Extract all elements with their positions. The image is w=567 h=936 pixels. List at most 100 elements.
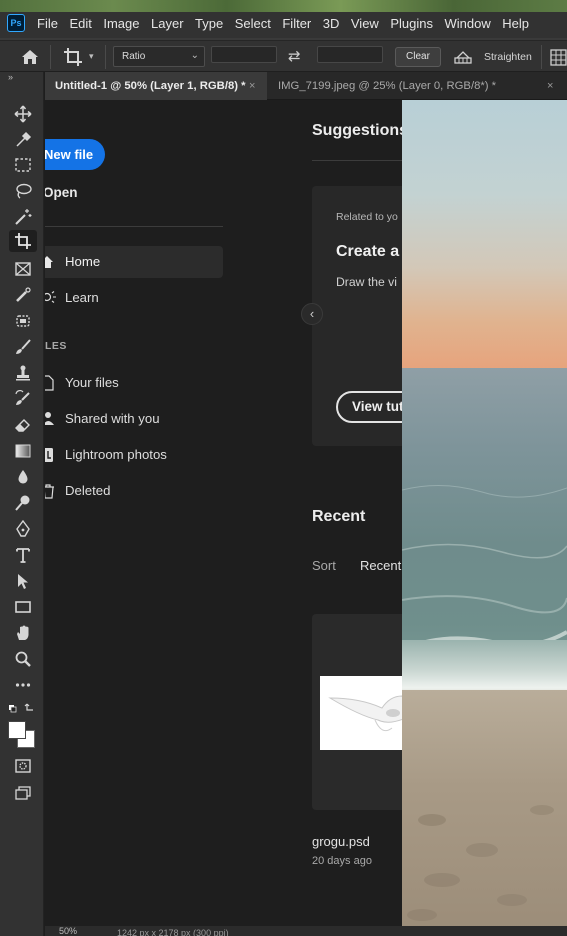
sidebar-item-label: Shared with you — [65, 411, 160, 426]
menu-view[interactable]: View — [351, 16, 379, 31]
trash-icon — [45, 484, 54, 499]
menu-window[interactable]: Window — [444, 16, 490, 31]
pen-tool-icon[interactable] — [12, 518, 34, 540]
file-icon — [45, 375, 54, 391]
divider — [312, 160, 402, 161]
menu-help[interactable]: Help — [502, 16, 529, 31]
sidebar-item-label: Lightroom photos — [65, 447, 167, 462]
chevron-down-icon: ⌄ — [190, 50, 199, 61]
type-tool-icon[interactable] — [12, 544, 34, 566]
options-separator — [541, 45, 542, 69]
document-dimensions[interactable]: 1242 px x 2178 px (300 ppi) — [117, 928, 229, 936]
spot-healing-tool-icon[interactable] — [12, 284, 34, 306]
view-tutorial-button[interactable]: View tut — [336, 391, 402, 423]
sort-label: Sort — [312, 558, 336, 573]
tab-label: IMG_7199.jpeg @ 25% (Layer 0, RGB/8*) * — [278, 80, 497, 92]
close-icon[interactable]: × — [249, 72, 255, 100]
chevron-down-icon[interactable]: ▾ — [89, 51, 94, 62]
swap-icon[interactable]: ⇄ — [288, 47, 301, 65]
grid-overlay-icon[interactable] — [550, 49, 567, 66]
zoom-level[interactable]: 50% — [59, 926, 77, 936]
move-tool-icon[interactable] — [12, 103, 34, 125]
double-chevron-icon[interactable]: » — [8, 72, 13, 82]
more-tools-icon[interactable] — [12, 674, 34, 696]
magic-wand-tool-icon[interactable] — [12, 206, 34, 228]
menu-layer[interactable]: Layer — [151, 16, 184, 31]
lightroom-icon — [45, 448, 53, 462]
sidebar-item-deleted[interactable]: Deleted — [45, 475, 223, 507]
home-sidebar: New file Open Home Learn LES Your files … — [45, 100, 235, 920]
eyedropper-tool-icon[interactable] — [12, 129, 34, 151]
sidebar-item-learn[interactable]: Learn — [45, 282, 223, 314]
ratio-select[interactable]: Ratio ⌄ — [113, 46, 205, 67]
hand-tool-icon[interactable] — [12, 622, 34, 644]
card-related-label: Related to yo — [336, 211, 398, 223]
ratio-height-field[interactable] — [317, 46, 383, 63]
close-icon[interactable]: × — [547, 72, 553, 100]
crop-tool-preset-icon[interactable] — [62, 46, 84, 68]
patch-tool-icon[interactable] — [12, 310, 34, 332]
sidebar-item-label: Your files — [65, 375, 119, 390]
menu-3d[interactable]: 3D — [323, 16, 340, 31]
sort-select[interactable]: Recent — [360, 558, 401, 573]
sidebar-item-your-files[interactable]: Your files — [45, 367, 223, 399]
frame-tool-icon[interactable] — [12, 258, 34, 280]
foreground-color-swatch[interactable] — [8, 721, 26, 739]
dodge-tool-icon[interactable] — [12, 492, 34, 514]
sidebar-item-lightroom[interactable]: Lightroom photos — [45, 439, 223, 471]
color-swatches[interactable] — [7, 720, 37, 750]
menu-select[interactable]: Select — [235, 16, 271, 31]
history-brush-tool-icon[interactable] — [12, 388, 34, 410]
menu-plugins[interactable]: Plugins — [390, 16, 433, 31]
home-icon[interactable] — [20, 47, 40, 67]
tools-panel: » — [0, 72, 44, 936]
menu-file[interactable]: File — [37, 16, 58, 31]
file-thumbnail — [320, 676, 402, 750]
clear-button[interactable]: Clear — [395, 47, 441, 67]
sidebar-item-label: Home — [65, 254, 101, 269]
divider — [45, 226, 223, 227]
suggestions-heading: Suggestions — [312, 122, 402, 139]
document-tabs: Untitled-1 @ 50% (Layer 1, RGB/8) * × IM… — [45, 72, 567, 100]
document-canvas-beach-photo[interactable] — [402, 100, 567, 926]
lasso-tool-icon[interactable] — [12, 180, 34, 202]
people-icon — [45, 412, 54, 425]
new-file-button[interactable]: New file — [45, 139, 105, 170]
photoshop-logo-icon[interactable]: Ps — [7, 14, 25, 32]
open-button[interactable]: Open — [45, 185, 78, 200]
zoom-tool-icon[interactable] — [12, 648, 34, 670]
sidebar-item-label: Learn — [65, 290, 99, 305]
menu-edit[interactable]: Edit — [69, 16, 91, 31]
menu-items: File Edit Image Layer Type Select Filter… — [37, 16, 540, 31]
eraser-tool-icon[interactable] — [12, 414, 34, 436]
sidebar-item-home[interactable]: Home — [45, 246, 223, 278]
tab-untitled-1[interactable]: Untitled-1 @ 50% (Layer 1, RGB/8) * × — [45, 72, 267, 100]
gradient-tool-icon[interactable] — [12, 440, 34, 462]
crop-tool-icon[interactable] — [9, 230, 37, 252]
ratio-width-field[interactable] — [211, 46, 277, 63]
bulb-icon — [45, 291, 56, 303]
default-colors-icon[interactable] — [6, 698, 36, 720]
straighten-label[interactable]: Straighten — [484, 51, 532, 63]
options-separator — [50, 45, 51, 69]
status-bar: 50% 1242 px x 2178 px (300 ppi) — [45, 926, 567, 936]
collapse-sidebar-chevron-icon[interactable]: ‹ — [301, 303, 323, 325]
menu-filter[interactable]: Filter — [282, 16, 311, 31]
quick-mask-icon[interactable] — [12, 755, 34, 777]
suggestion-card[interactable]: Related to yo Create a Draw the vi View … — [312, 186, 402, 446]
menu-type[interactable]: Type — [195, 16, 223, 31]
path-selection-tool-icon[interactable] — [12, 570, 34, 592]
menu-image[interactable]: Image — [103, 16, 139, 31]
sidebar-item-shared[interactable]: Shared with you — [45, 403, 223, 435]
straighten-icon[interactable] — [454, 49, 472, 65]
tab-img-7199[interactable]: IMG_7199.jpeg @ 25% (Layer 0, RGB/8*) * … — [268, 72, 567, 100]
recent-file-name[interactable]: grogu.psd — [312, 834, 370, 849]
brush-tool-icon[interactable] — [12, 336, 34, 358]
stamp-tool-icon[interactable] — [12, 362, 34, 384]
rectangle-tool-icon[interactable] — [12, 596, 34, 618]
ratio-select-value: Ratio — [122, 51, 146, 62]
marquee-tool-icon[interactable] — [12, 154, 34, 176]
blur-tool-icon[interactable] — [12, 466, 34, 488]
recent-file-card[interactable] — [312, 614, 402, 810]
screen-mode-icon[interactable] — [12, 782, 34, 804]
